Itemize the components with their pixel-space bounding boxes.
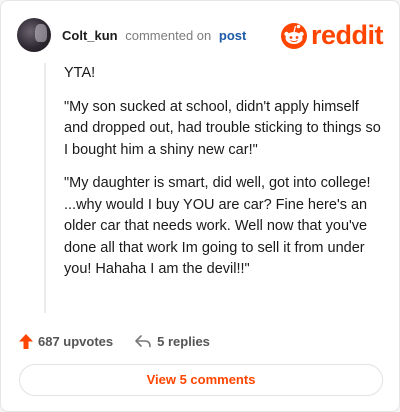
comment-footer: 687 upvotes 5 replies [19,331,210,351]
comment-header: Colt_kun commented on post reddit [17,15,384,55]
comment-action-text: commented on [125,27,212,43]
reddit-snoo-icon [280,23,307,49]
replies-button[interactable]: 5 replies [135,334,210,349]
comment-meta: Colt_kun commented on post [62,28,246,43]
view-comments-button[interactable]: View 5 comments [19,364,383,396]
upvote-button[interactable]: 687 upvotes [19,333,114,349]
comment-paragraph: YTA! [64,65,96,81]
replies-count: 5 replies [157,333,210,349]
comment-card: Colt_kun commented on post reddit YTA! "… [0,0,400,412]
reply-arrow-icon [135,334,151,347]
comment-paragraph: "My daughter is smart, did well, got int… [64,175,371,277]
upvote-count: 687 upvotes [38,333,114,349]
username[interactable]: Colt_kun [62,28,118,43]
comment-body: YTA! "My son sucked at school, didn't ap… [44,63,384,313]
reddit-logo[interactable]: reddit [280,20,384,50]
brand-wordmark: reddit [310,20,384,50]
upvote-arrow-icon [19,333,33,349]
post-link[interactable]: post [219,28,246,43]
user-avatar-icon[interactable] [17,18,51,52]
comment-paragraph: "My son sucked at school, didn't apply h… [64,98,381,158]
